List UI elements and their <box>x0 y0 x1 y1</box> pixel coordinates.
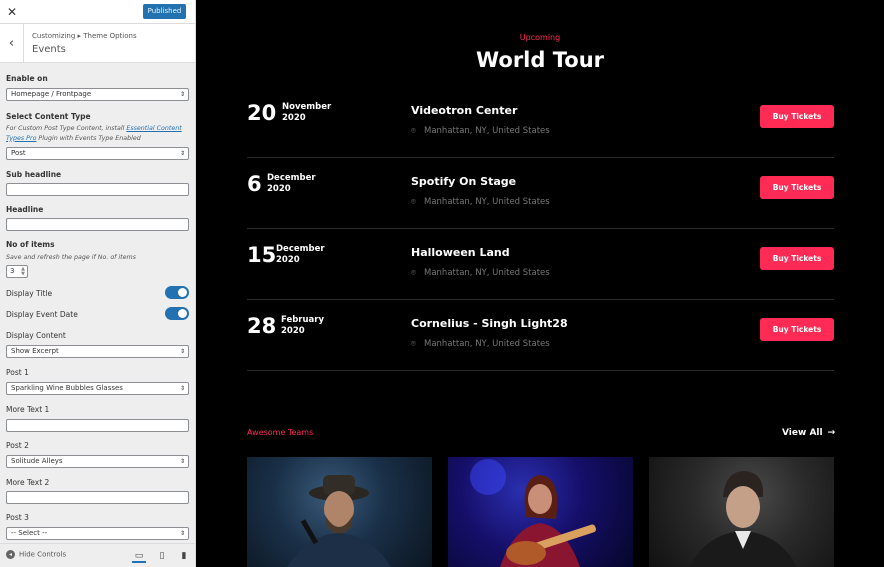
breadcrumb: Customizing ▸ Theme Options <box>32 32 137 40</box>
select-arrows-icon: ⇕ <box>179 150 185 157</box>
team-photo-guitarist[interactable] <box>448 457 633 567</box>
location-pin-icon: ⌾ <box>411 126 416 135</box>
close-icon[interactable]: ✕ <box>0 0 24 24</box>
view-all-link[interactable]: View All → <box>782 428 835 438</box>
section-eyebrow: Upcoming <box>519 33 561 42</box>
event-location: ⌾ Manhattan, NY, United States <box>411 126 550 136</box>
event-day: 6 <box>247 172 262 196</box>
display-title-toggle[interactable] <box>165 286 189 299</box>
enable-on-select[interactable]: Homepage / Frontpage ⇕ <box>6 88 189 101</box>
back-arrow-icon[interactable]: ‹ <box>0 24 24 63</box>
guitarist-silhouette <box>470 459 597 567</box>
sub-headline-input[interactable] <box>6 183 189 196</box>
toggle-knob <box>178 309 187 318</box>
select-arrows-icon: ⇕ <box>179 348 185 355</box>
event-location: ⌾ Manhattan, NY, United States <box>411 268 550 278</box>
headline-input[interactable] <box>6 218 189 231</box>
stepper-arrows-icon: ▲ ▼ <box>21 266 25 277</box>
display-event-date-label: Display Event Date <box>6 310 78 319</box>
event-day: 28 <box>247 314 277 338</box>
section-header: ‹ Customizing ▸ Theme Options Events <box>0 24 195 63</box>
more-text2-input[interactable] <box>6 491 189 504</box>
buy-tickets-button[interactable]: Buy Tickets <box>760 247 834 270</box>
select-arrows-icon: ⇕ <box>179 91 185 98</box>
customizer-window: ✕ Published ‹ Customizing ▸ Theme Option… <box>0 0 884 567</box>
event-location: ⌾ Manhattan, NY, United States <box>411 339 550 349</box>
content-type-label: Select Content Type <box>6 112 91 121</box>
event-venue[interactable]: Spotify On Stage <box>411 175 516 188</box>
event-month-year: February 2020 <box>281 315 325 336</box>
arrow-right-icon: → <box>827 428 836 438</box>
display-event-date-toggle[interactable] <box>165 307 189 320</box>
event-month-year: December 2020 <box>267 173 316 194</box>
more-text2-label: More Text 2 <box>6 478 50 487</box>
post2-select[interactable]: Solitude Alleys ⇕ <box>6 455 189 468</box>
sub-headline-label: Sub headline <box>6 170 62 179</box>
post3-label: Post 3 <box>6 513 29 522</box>
post3-select[interactable]: -- Select -- ⇕ <box>6 527 189 540</box>
publish-button[interactable]: Published <box>143 4 186 19</box>
buy-tickets-button[interactable]: Buy Tickets <box>760 318 834 341</box>
section-title: World Tour <box>475 48 604 72</box>
site-preview: Upcoming World Tour 20 November 2020 Vide… <box>196 0 884 567</box>
customizer-sidebar: ✕ Published ‹ Customizing ▸ Theme Option… <box>0 0 196 567</box>
post1-label: Post 1 <box>6 368 29 377</box>
event-row: 15 December 2020 Halloween Land ⌾ Manhatta… <box>247 229 834 300</box>
singer-silhouette <box>287 475 391 567</box>
select-arrows-icon: ⇕ <box>179 385 185 392</box>
event-month-year: December 2020 <box>276 244 325 265</box>
event-location: ⌾ Manhattan, NY, United States <box>411 197 550 207</box>
event-venue[interactable]: Cornelius - Singh Light28 <box>411 317 568 330</box>
location-pin-icon: ⌾ <box>411 268 416 277</box>
event-venue[interactable]: Videotron Center <box>411 104 517 117</box>
mobile-preview-icon[interactable]: ▮ <box>177 549 191 563</box>
event-day: 20 <box>247 101 277 125</box>
hide-controls-button[interactable]: ◂ Hide Controls <box>6 550 66 559</box>
customizer-topbar: ✕ Published <box>0 0 195 24</box>
man-silhouette <box>689 471 797 567</box>
buy-tickets-button[interactable]: Buy Tickets <box>760 105 834 128</box>
tablet-preview-icon[interactable]: ▯ <box>155 549 169 563</box>
more-text1-input[interactable] <box>6 419 189 432</box>
display-title-label: Display Title <box>6 289 53 298</box>
collapse-icon: ◂ <box>6 550 15 559</box>
location-pin-icon: ⌾ <box>411 197 416 206</box>
display-content-select[interactable]: Show Excerpt ⇕ <box>6 345 189 358</box>
buy-tickets-button[interactable]: Buy Tickets <box>760 176 834 199</box>
event-month-year: November 2020 <box>282 102 332 123</box>
event-row: 20 November 2020 Videotron Center ⌾ Manhat… <box>247 87 834 158</box>
no-items-label: No of items <box>6 240 55 249</box>
customizer-footer: ◂ Hide Controls ▭ ▯ ▮ <box>0 543 195 567</box>
more-text1-label: More Text 1 <box>6 405 50 414</box>
location-pin-icon: ⌾ <box>411 339 416 348</box>
event-day: 15 <box>247 243 277 267</box>
select-arrows-icon: ⇕ <box>179 530 185 537</box>
desktop-preview-icon[interactable]: ▭ <box>132 549 146 563</box>
post2-label: Post 2 <box>6 441 29 450</box>
content-type-select[interactable]: Post ⇕ <box>6 147 189 160</box>
select-arrows-icon: ⇕ <box>179 458 185 465</box>
no-items-stepper[interactable]: 3 ▲ ▼ <box>6 265 28 278</box>
no-items-description: Save and refresh the page if No. of item… <box>6 254 136 261</box>
team-photo-singer-hat[interactable] <box>247 457 432 567</box>
team-photo-man-portrait[interactable] <box>649 457 834 567</box>
event-row: 6 December 2020 Spotify On Stage ⌾ Manhatt… <box>247 158 834 229</box>
headline-label: Headline <box>6 205 44 214</box>
section-title: Events <box>32 44 66 55</box>
display-content-label: Display Content <box>6 331 66 340</box>
event-row: 28 February 2020 Cornelius - Singh Light2… <box>247 300 834 371</box>
event-venue[interactable]: Halloween Land <box>411 246 510 259</box>
enable-on-label: Enable on <box>6 74 48 83</box>
toggle-knob <box>178 288 187 297</box>
post1-select[interactable]: Sparkling Wine Bubbles Glasses ⇕ <box>6 382 189 395</box>
teams-eyebrow: Awesome Teams <box>247 428 314 437</box>
content-type-description: For Custom Post Type Content, install Es… <box>6 125 182 142</box>
